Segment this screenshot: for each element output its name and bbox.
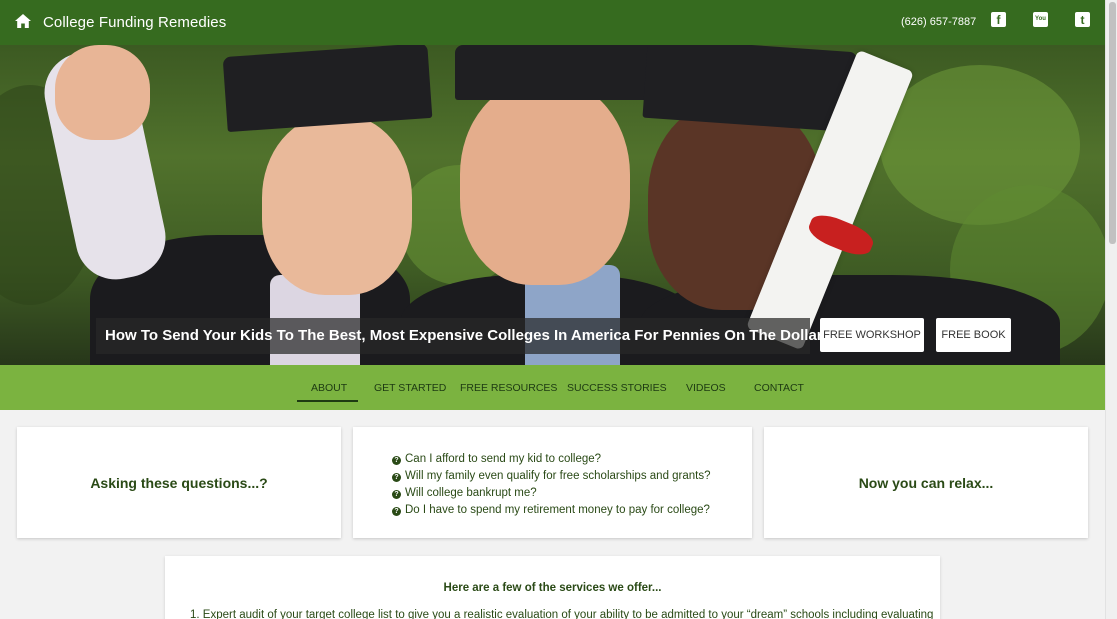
home-icon[interactable] — [14, 12, 32, 30]
top-bar: College Funding Remedies (626) 657-7887 … — [0, 0, 1105, 45]
nav-item-success-stories[interactable]: SUCCESS STORIES — [567, 382, 667, 394]
card-heading: Now you can relax... — [858, 475, 994, 491]
graduate-face — [262, 115, 412, 295]
scrollbar-thumb[interactable] — [1109, 2, 1116, 244]
list-item: ? Will college bankrupt me? — [392, 485, 711, 502]
card-heading: Asking these questions...? — [90, 475, 268, 491]
page-scrollbar[interactable] — [1105, 0, 1117, 619]
questions-intro-card: Asking these questions...? — [17, 427, 341, 538]
graduation-cap — [455, 45, 655, 100]
list-item: ? Can I afford to send my kid to college? — [392, 451, 711, 468]
free-book-button[interactable]: FREE BOOK — [936, 318, 1011, 352]
question-circle-icon: ? — [392, 507, 401, 516]
list-item: ? Will my family even qualify for free sc… — [392, 468, 711, 485]
facebook-icon[interactable]: f — [991, 12, 1006, 27]
relax-card: Now you can relax... — [764, 427, 1088, 538]
hero-banner — [0, 45, 1105, 365]
main-nav: ABOUT GET STARTED FREE RESOURCES SUCCESS… — [0, 365, 1105, 410]
nav-item-contact[interactable]: CONTACT — [754, 382, 804, 394]
site-title[interactable]: College Funding Remedies — [43, 14, 226, 31]
graduate-face — [460, 80, 630, 285]
question-circle-icon: ? — [392, 490, 401, 499]
active-nav-indicator — [297, 400, 358, 402]
nav-item-videos[interactable]: VIDEOS — [686, 382, 726, 394]
list-item: ? Do I have to spend my retirement money … — [392, 502, 711, 519]
service-item: 1. Expert audit of your target college l… — [190, 609, 934, 619]
youtube-icon[interactable]: You — [1033, 12, 1048, 27]
questions-list: ? Can I afford to send my kid to college?… — [392, 451, 711, 519]
questions-list-card: ? Can I afford to send my kid to college?… — [353, 427, 752, 538]
graduation-cap — [642, 45, 858, 133]
services-section: Here are a few of the services we offer.… — [165, 556, 940, 619]
phone-number[interactable]: (626) 657-7887 — [901, 16, 976, 28]
nav-item-free-resources[interactable]: FREE RESOURCES — [460, 382, 557, 394]
hand — [55, 45, 150, 140]
hero-tagline: How To Send Your Kids To The Best, Most … — [96, 318, 828, 354]
free-workshop-button[interactable]: FREE WORKSHOP — [820, 318, 924, 352]
twitter-icon[interactable]: t — [1075, 12, 1090, 27]
services-heading: Here are a few of the services we offer.… — [443, 582, 662, 594]
question-circle-icon: ? — [392, 456, 401, 465]
nav-item-get-started[interactable]: GET STARTED — [374, 382, 446, 394]
graduation-cap — [222, 45, 433, 133]
nav-item-about[interactable]: ABOUT — [311, 382, 347, 394]
question-circle-icon: ? — [392, 473, 401, 482]
